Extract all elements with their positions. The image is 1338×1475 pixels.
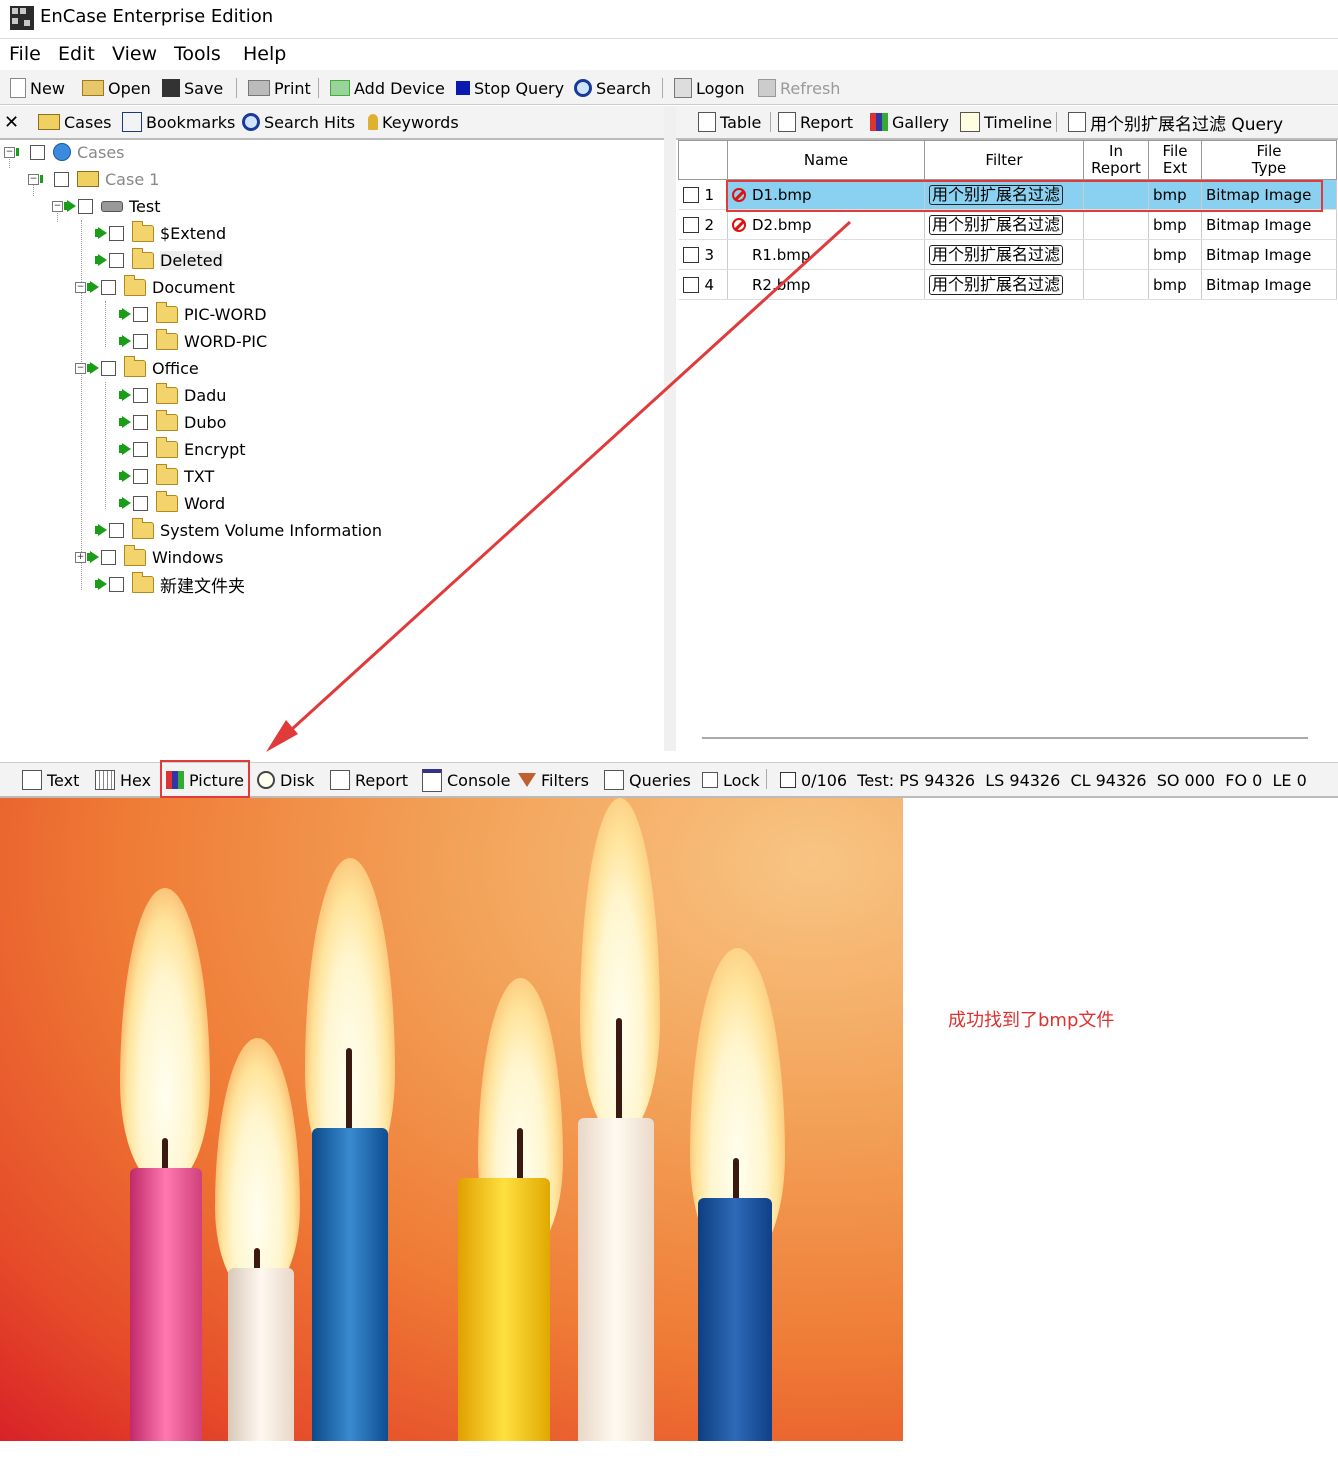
annotation-arrow [266, 220, 852, 752]
annotation-text: 成功找到了bmp文件 [948, 1010, 1115, 1031]
